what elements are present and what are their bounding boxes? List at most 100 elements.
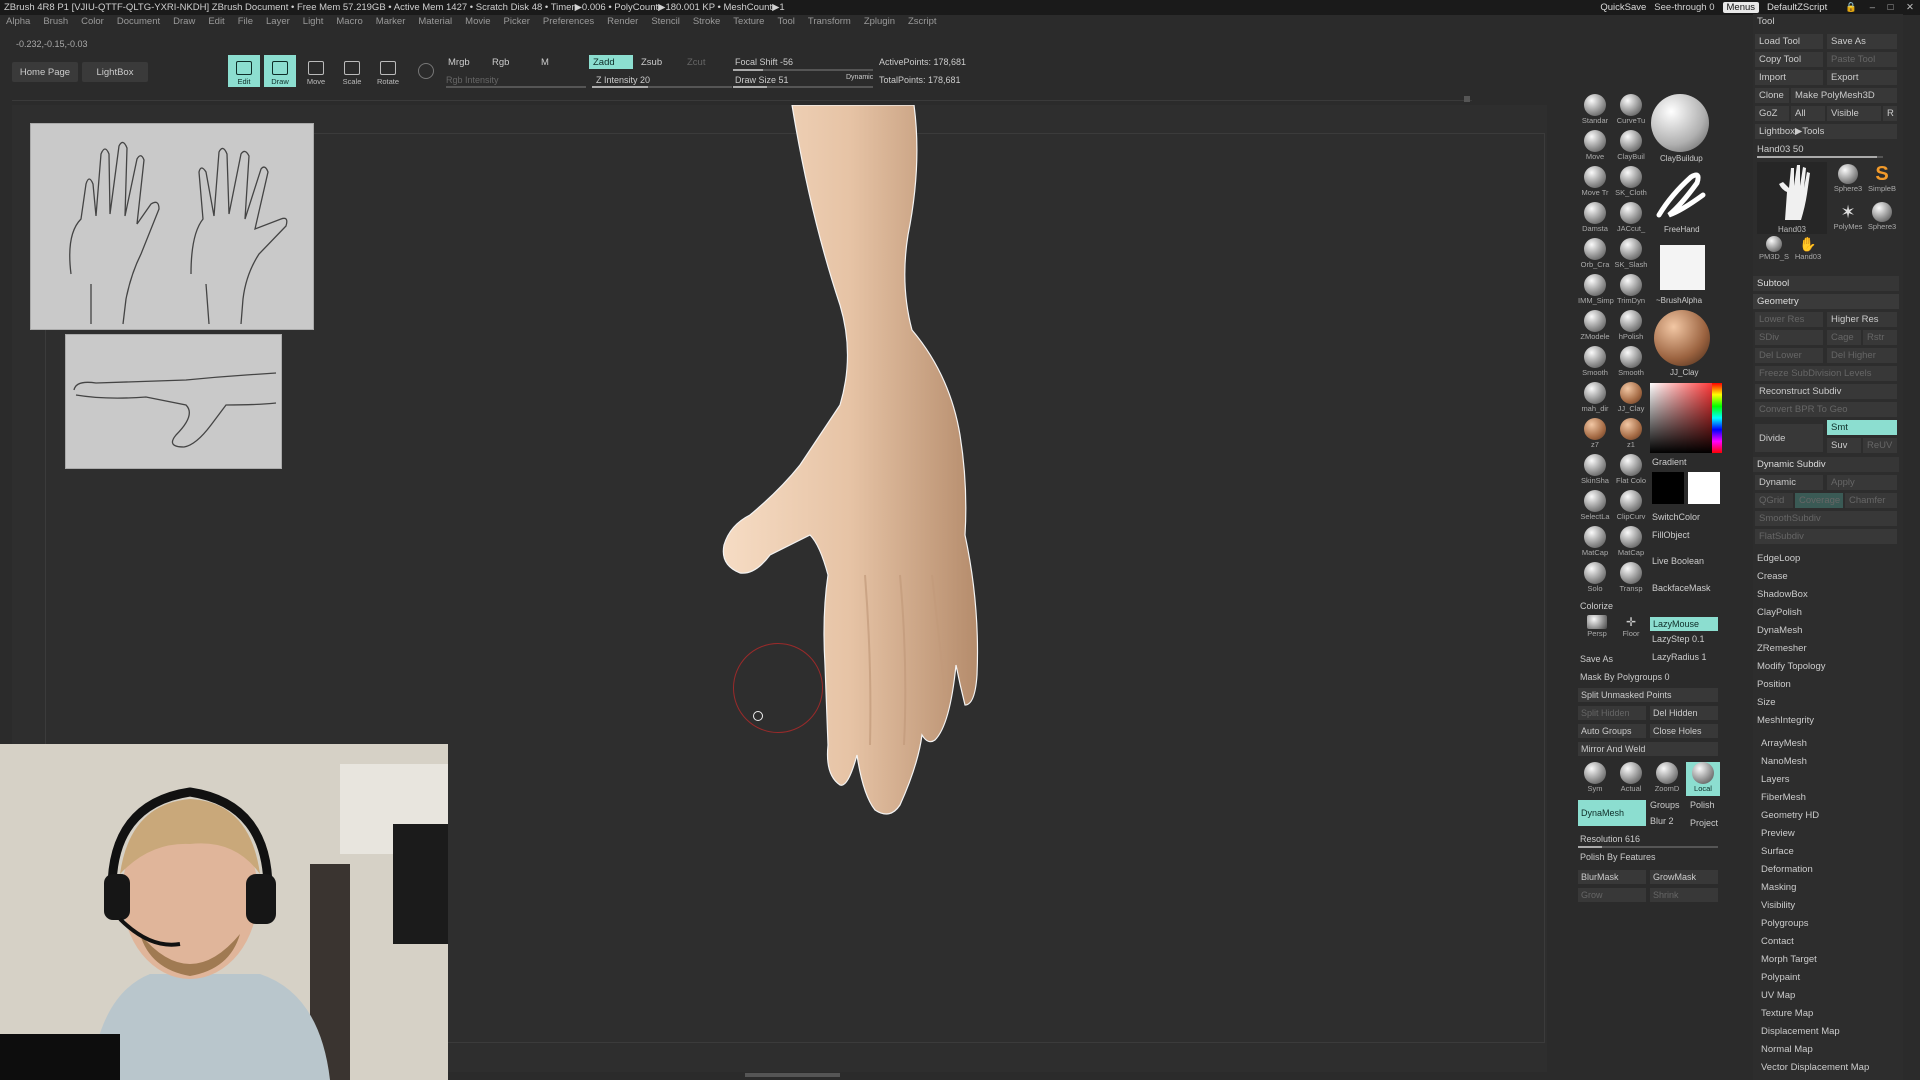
- menu-layer[interactable]: Layer: [266, 16, 290, 27]
- sym-button[interactable]: Sym: [1578, 762, 1612, 796]
- brush-smooth[interactable]: Smooth: [1578, 346, 1612, 380]
- grow-button[interactable]: Grow: [1578, 888, 1646, 902]
- backfacemask-button[interactable]: BackfaceMask: [1652, 583, 1711, 593]
- quicksave-button[interactable]: QuickSave: [1600, 2, 1646, 13]
- geometry-zremesher-subpalette[interactable]: ZRemesher: [1757, 641, 1807, 655]
- lazyradius-slider[interactable]: LazyRadius 1: [1652, 652, 1707, 662]
- brush-selectla[interactable]: SelectLa: [1578, 490, 1612, 524]
- menu-brush[interactable]: Brush: [43, 16, 68, 27]
- apply-button[interactable]: Apply: [1827, 475, 1897, 490]
- menu-zplugin[interactable]: Zplugin: [864, 16, 895, 27]
- color-picker[interactable]: [1650, 383, 1720, 453]
- sphere-toggle-icon[interactable]: [418, 63, 434, 79]
- rgb-intensity-slider[interactable]: [446, 86, 586, 88]
- geometry-dynamesh-subpalette[interactable]: DynaMesh: [1757, 623, 1802, 637]
- menu-alpha[interactable]: Alpha: [6, 16, 30, 27]
- actual-button[interactable]: Actual: [1614, 762, 1648, 796]
- brush-matcap[interactable]: MatCap: [1614, 526, 1648, 560]
- z-intensity-slider[interactable]: [592, 86, 732, 88]
- visible-button[interactable]: Visible: [1827, 106, 1881, 121]
- canvas-bottom-scroll[interactable]: [745, 1073, 840, 1077]
- subtool-section[interactable]: Subtool: [1753, 276, 1899, 291]
- brush-mah-dir[interactable]: mah_dir: [1578, 382, 1612, 416]
- zcut-toggle[interactable]: Zcut: [683, 55, 709, 69]
- qgrid-slider[interactable]: QGrid: [1755, 493, 1793, 508]
- live-boolean-button[interactable]: Live Boolean: [1652, 556, 1704, 566]
- smooth-subdiv-slider[interactable]: SmoothSubdiv: [1755, 511, 1897, 526]
- brush-claybuil[interactable]: ClayBuil: [1614, 130, 1648, 164]
- save-as-button[interactable]: Save As: [1580, 654, 1613, 664]
- geometry-meshintegrity-subpalette[interactable]: MeshIntegrity: [1757, 713, 1814, 727]
- main-color-swatch[interactable]: [1688, 472, 1720, 504]
- claybuildup-brush-preview[interactable]: [1651, 94, 1709, 152]
- lazymouse-toggle[interactable]: LazyMouse: [1650, 617, 1718, 631]
- load-tool-button[interactable]: Load Tool: [1755, 34, 1823, 49]
- brush-trimdyn[interactable]: TrimDyn: [1614, 274, 1648, 308]
- freehand-stroke-preview[interactable]: [1651, 165, 1709, 223]
- brush-standar[interactable]: Standar: [1578, 94, 1612, 128]
- menus-toggle[interactable]: Menus: [1722, 2, 1760, 13]
- sdiv-slider[interactable]: SDiv: [1755, 330, 1823, 345]
- pm3d-sphere-thumb[interactable]: PM3D_S: [1757, 236, 1791, 272]
- coverage-toggle[interactable]: Coverage: [1795, 493, 1843, 508]
- brush-zmodele[interactable]: ZModele: [1578, 310, 1612, 344]
- menu-document[interactable]: Document: [117, 16, 160, 27]
- brush-jj-clay[interactable]: JJ_Clay: [1614, 382, 1648, 416]
- menu-stroke[interactable]: Stroke: [693, 16, 720, 27]
- lightbox-tools-button[interactable]: Lightbox▶Tools: [1755, 124, 1897, 139]
- dynamesh-button[interactable]: DynaMesh: [1578, 800, 1646, 826]
- tool-section-vector-displacement-map[interactable]: Vector Displacement Map: [1761, 1060, 1869, 1074]
- sphere3d-thumb-2[interactable]: Sphere3: [1865, 202, 1899, 238]
- menu-marker[interactable]: Marker: [376, 16, 406, 27]
- brush-z1[interactable]: z1: [1614, 418, 1648, 452]
- hue-slider[interactable]: [1712, 383, 1722, 453]
- tool-section-masking[interactable]: Masking: [1761, 880, 1796, 894]
- brush-smooth[interactable]: Smooth: [1614, 346, 1648, 380]
- split-unmasked-button[interactable]: Split Unmasked Points: [1578, 688, 1718, 702]
- menu-texture[interactable]: Texture: [733, 16, 764, 27]
- mirror-and-weld-button[interactable]: Mirror And Weld: [1578, 742, 1718, 756]
- current-tool-thumb[interactable]: Hand03: [1757, 162, 1827, 234]
- canvas-scroll-handle[interactable]: [1464, 96, 1470, 102]
- freeze-subdiv-button[interactable]: Freeze SubDivision Levels: [1755, 366, 1897, 381]
- del-hidden-button[interactable]: Del Hidden: [1650, 706, 1718, 720]
- move-button[interactable]: Move: [300, 55, 332, 87]
- geometry-modify-topology-subpalette[interactable]: Modify Topology: [1757, 659, 1825, 673]
- reconstruct-subdiv-button[interactable]: Reconstruct Subdiv: [1755, 384, 1897, 399]
- mrgb-toggle[interactable]: Mrgb: [444, 55, 474, 69]
- tool-section-texture-map[interactable]: Texture Map: [1761, 1006, 1813, 1020]
- smt-toggle[interactable]: Smt: [1827, 420, 1897, 435]
- tool-section-polypaint[interactable]: Polypaint: [1761, 970, 1800, 984]
- zoomd-button[interactable]: ZoomD: [1650, 762, 1684, 796]
- tool-section-layers[interactable]: Layers: [1761, 772, 1790, 786]
- hand03-slider-track[interactable]: [1757, 156, 1883, 158]
- m-toggle[interactable]: M: [537, 55, 553, 69]
- geometry-shadowbox-subpalette[interactable]: ShadowBox: [1757, 587, 1808, 601]
- polymesh-star-thumb[interactable]: ✶ PolyMes: [1831, 202, 1865, 238]
- minimize-icon[interactable]: –: [1870, 2, 1875, 13]
- menu-render[interactable]: Render: [607, 16, 638, 27]
- persp-button[interactable]: Persp: [1580, 615, 1614, 649]
- draw-button[interactable]: Draw: [264, 55, 296, 87]
- brush-imm-simp[interactable]: IMM_Simp: [1578, 274, 1614, 308]
- simplebrush-thumb[interactable]: S SimpleB: [1865, 164, 1899, 200]
- chamfer-toggle[interactable]: Chamfer: [1845, 493, 1897, 508]
- maximize-icon[interactable]: □: [1888, 2, 1894, 13]
- divide-button[interactable]: Divide: [1755, 424, 1823, 452]
- dynamic-label[interactable]: Dynamic: [846, 74, 873, 81]
- polish-by-features-slider[interactable]: Polish By Features: [1580, 852, 1656, 862]
- close-icon[interactable]: ✕: [1906, 2, 1914, 13]
- tool-section-geometry-hd[interactable]: Geometry HD: [1761, 808, 1819, 822]
- import-button[interactable]: Import: [1755, 70, 1823, 85]
- growmask-button[interactable]: GrowMask: [1650, 870, 1718, 884]
- switchcolor-button[interactable]: SwitchColor: [1652, 512, 1700, 522]
- geometry-claypolish-subpalette[interactable]: ClayPolish: [1757, 605, 1802, 619]
- colorize-button[interactable]: Colorize: [1580, 601, 1613, 611]
- resolution-slider[interactable]: Resolution 616: [1580, 834, 1640, 844]
- tool-section-normal-map[interactable]: Normal Map: [1761, 1042, 1813, 1056]
- geometry-section[interactable]: Geometry: [1753, 294, 1899, 309]
- tool-section-arraymesh[interactable]: ArrayMesh: [1761, 736, 1807, 750]
- menu-draw[interactable]: Draw: [173, 16, 195, 27]
- brush-move-tr[interactable]: Move Tr: [1578, 166, 1612, 200]
- mask-by-polygroups-slider[interactable]: Mask By Polygroups 0: [1580, 672, 1670, 682]
